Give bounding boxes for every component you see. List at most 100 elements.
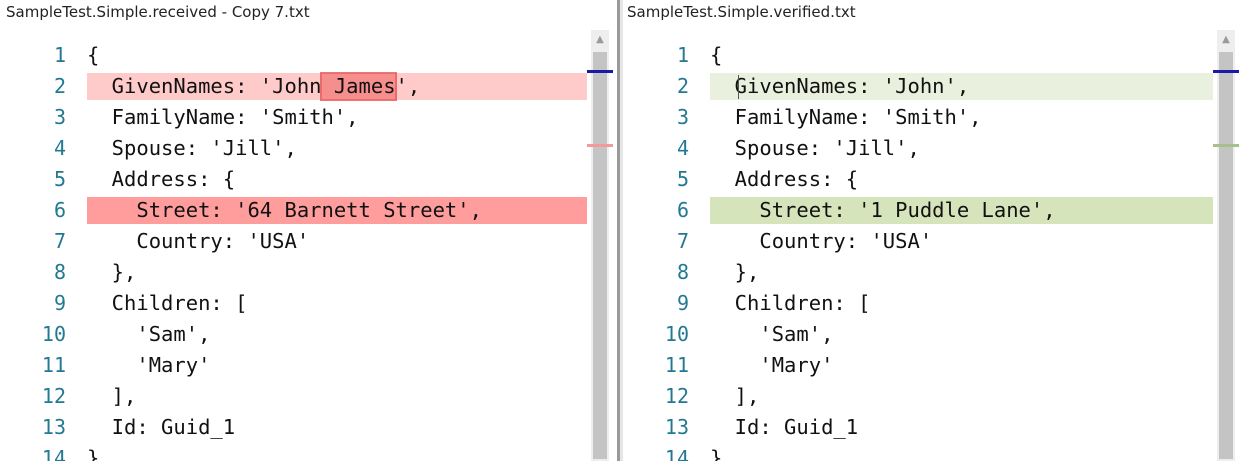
line-number: 3 [676, 105, 689, 129]
line-number: 4 [53, 136, 66, 160]
line-number: 9 [53, 291, 66, 315]
code-text: { [710, 43, 723, 67]
code-text: Address: { [87, 167, 236, 191]
line-number: 1 [53, 43, 66, 67]
code-text: Country: 'USA' [710, 229, 933, 253]
diff-viewer: SampleTest.Simple.received - Copy 7.txt … [0, 0, 1242, 461]
code-line[interactable]: 6 Street: '64 Barnett Street', [0, 195, 587, 226]
code-line[interactable]: 4 Spouse: 'Jill', [0, 133, 587, 164]
line-number: 14 [664, 446, 689, 461]
code-text: }, [87, 260, 137, 284]
text-cursor [738, 75, 739, 99]
code-line[interactable]: 7 Country: 'USA' [0, 226, 587, 257]
code-text: GivenNames: 'John James', [87, 74, 421, 98]
code-text: 'Mary' [710, 353, 834, 377]
line-number: 14 [41, 446, 66, 461]
code-text: Country: 'USA' [87, 229, 310, 253]
right-editor-pane: SampleTest.Simple.verified.txt 1{2 Given… [623, 0, 1242, 461]
code-line[interactable]: 9 Children: [ [0, 288, 587, 319]
right-file-title: SampleTest.Simple.verified.txt [627, 3, 856, 21]
line-number: 4 [676, 136, 689, 160]
code-text: 'Sam', [710, 322, 834, 346]
line-number: 5 [53, 167, 66, 191]
left-file-title: SampleTest.Simple.received - Copy 7.txt [6, 3, 310, 21]
code-text: ], [710, 384, 760, 408]
chevron-up-icon[interactable]: ▲ [591, 30, 609, 50]
code-line[interactable]: 11 'Mary' [623, 350, 1213, 381]
code-line[interactable]: 13 Id: Guid_1 [623, 412, 1213, 443]
code-line[interactable]: 14} [0, 443, 587, 461]
code-text: Id: Guid_1 [87, 415, 236, 439]
code-line[interactable]: 2 GivenNames: 'John James', [0, 71, 587, 102]
code-line[interactable]: 3 FamilyName: 'Smith', [0, 102, 587, 133]
code-line[interactable]: 13 Id: Guid_1 [0, 412, 587, 443]
line-number: 2 [676, 74, 689, 98]
code-line[interactable]: 3 FamilyName: 'Smith', [623, 102, 1213, 133]
line-number: 2 [53, 74, 66, 98]
line-number: 11 [41, 353, 66, 377]
overview-cursor-marker [1213, 70, 1239, 73]
left-scrollbar[interactable]: ▲ [587, 30, 613, 461]
code-text: Children: [ [87, 291, 248, 315]
code-text: } [87, 446, 100, 461]
code-line[interactable]: 2 GivenNames: 'John', [623, 71, 1213, 102]
code-line[interactable]: 9 Children: [ [623, 288, 1213, 319]
code-line[interactable]: 11 'Mary' [0, 350, 587, 381]
chevron-up-icon[interactable]: ▲ [1217, 30, 1235, 50]
right-scrollbar[interactable]: ▲ [1213, 30, 1239, 461]
code-text: Children: [ [710, 291, 871, 315]
line-number: 13 [41, 415, 66, 439]
code-text: Street: '64 Barnett Street', [87, 198, 482, 222]
line-number: 3 [53, 105, 66, 129]
line-number: 12 [41, 384, 66, 408]
code-line[interactable]: 4 Spouse: 'Jill', [623, 133, 1213, 164]
code-line[interactable]: 10 'Sam', [623, 319, 1213, 350]
splitter-line [617, 0, 620, 461]
code-text: GivenNames: 'John', [710, 74, 970, 98]
code-text: Street: '1 Puddle Lane', [710, 198, 1056, 222]
code-line[interactable]: 6 Street: '1 Puddle Lane', [623, 195, 1213, 226]
line-number: 6 [53, 198, 66, 222]
code-text: Address: { [710, 167, 859, 191]
left-scroll-thumb[interactable] [593, 52, 607, 459]
code-line[interactable]: 8 }, [623, 257, 1213, 288]
code-text: }, [710, 260, 760, 284]
code-text: FamilyName: 'Smith', [710, 105, 982, 129]
code-text: ], [87, 384, 137, 408]
left-editor-pane: SampleTest.Simple.received - Copy 7.txt … [0, 0, 617, 461]
overview-change-marker [1213, 144, 1239, 147]
code-line[interactable]: 7 Country: 'USA' [623, 226, 1213, 257]
overview-change-marker [587, 144, 613, 147]
code-line[interactable]: 5 Address: { [0, 164, 587, 195]
line-number: 8 [676, 260, 689, 284]
right-scroll-thumb[interactable] [1219, 52, 1233, 459]
line-number: 5 [676, 167, 689, 191]
line-number: 1 [676, 43, 689, 67]
code-text: Spouse: 'Jill', [710, 136, 920, 160]
line-number: 9 [676, 291, 689, 315]
line-number: 7 [676, 229, 689, 253]
code-text: { [87, 43, 100, 67]
line-number: 7 [53, 229, 66, 253]
code-line[interactable]: 12 ], [623, 381, 1213, 412]
code-line[interactable]: 1{ [0, 40, 587, 71]
code-line[interactable]: 12 ], [0, 381, 587, 412]
code-line[interactable]: 1{ [623, 40, 1213, 71]
line-number: 8 [53, 260, 66, 284]
code-text: Spouse: 'Jill', [87, 136, 297, 160]
line-number: 11 [664, 353, 689, 377]
code-line[interactable]: 5 Address: { [623, 164, 1213, 195]
code-text: Id: Guid_1 [710, 415, 859, 439]
code-line[interactable]: 14} [623, 443, 1213, 461]
line-number: 10 [41, 322, 66, 346]
code-line[interactable]: 8 }, [0, 257, 587, 288]
code-text: 'Sam', [87, 322, 211, 346]
overview-cursor-marker [587, 70, 613, 73]
line-number: 13 [664, 415, 689, 439]
right-editor[interactable]: 1{2 GivenNames: 'John', 3 FamilyName: 'Sm… [623, 24, 1242, 461]
code-line[interactable]: 10 'Sam', [0, 319, 587, 350]
line-number: 10 [664, 322, 689, 346]
code-text: 'Mary' [87, 353, 211, 377]
code-text: FamilyName: 'Smith', [87, 105, 359, 129]
left-editor[interactable]: 1{2 GivenNames: 'John James', 3 FamilyNam… [0, 24, 617, 461]
